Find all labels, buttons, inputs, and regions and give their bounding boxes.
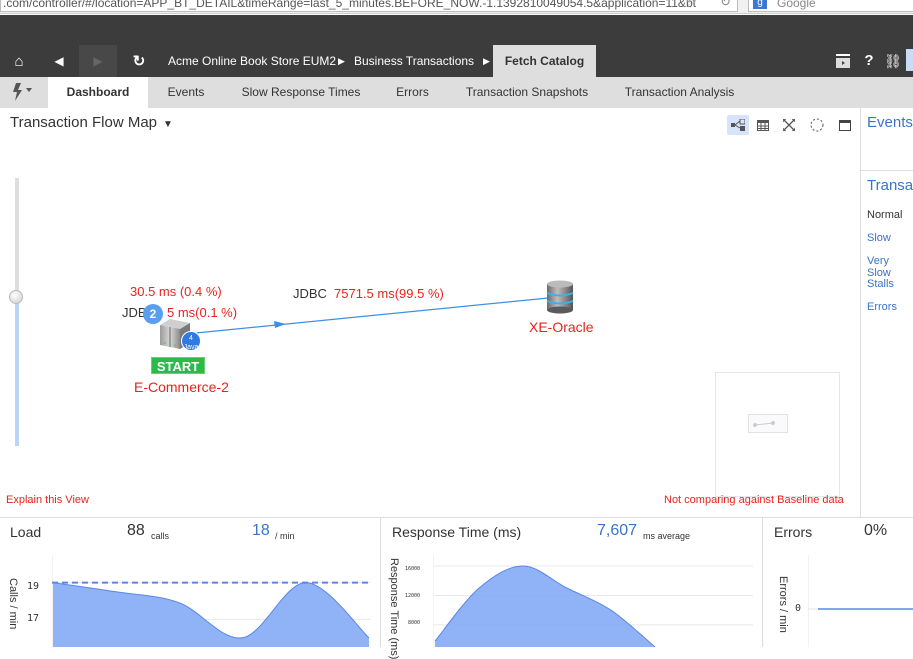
java-badge-label: Java	[183, 344, 199, 351]
response-y-tick: 16000	[405, 566, 421, 572]
load-calls-unit: calls	[151, 531, 170, 541]
sidebar-item-very-slow[interactable]: Very Slow	[867, 255, 913, 279]
node-instance-count-badge: 2	[143, 304, 163, 324]
edge-time-label[interactable]: 7571.5 ms(99.5 %)	[334, 286, 444, 301]
edge-protocol-label: JDBC	[293, 286, 327, 301]
load-rate-unit: / min	[275, 531, 295, 541]
sidebar-item-stalls[interactable]: Stalls	[867, 278, 894, 290]
load-calls-value: 88	[127, 522, 145, 539]
response-y-tick: 12000	[405, 593, 421, 599]
flow-edge-jdbc[interactable]	[195, 297, 549, 334]
load-title: Load	[10, 524, 42, 540]
transactions-heading: Transa	[867, 177, 913, 194]
response-chart[interactable]	[433, 555, 753, 647]
load-y-tick: 17	[27, 613, 40, 624]
errors-chart[interactable]	[808, 555, 913, 647]
panels-divider	[0, 517, 913, 518]
errors-title: Errors	[774, 524, 813, 540]
baseline-note: Not comparing against Baseline data	[664, 494, 844, 506]
edge-arrow-icon	[274, 321, 286, 328]
response-title: Response Time (ms)	[392, 524, 522, 540]
response-avg-value: 7,607	[597, 522, 638, 539]
start-badge: START	[151, 357, 205, 374]
overview-graph-icon	[753, 421, 775, 427]
target-node-name[interactable]: XE-Oracle	[529, 319, 594, 335]
database-node[interactable]	[546, 280, 574, 314]
sidebar-item-normal: Normal	[867, 209, 903, 221]
java-icon: 4 Java	[181, 331, 201, 351]
sidebar-item-slow[interactable]: Slow	[867, 232, 891, 244]
source-node-name[interactable]: E-Commerce-2	[134, 379, 229, 395]
overview-viewport[interactable]	[748, 414, 788, 433]
flow-map-overview[interactable]	[715, 372, 840, 497]
flow-map-edges	[195, 297, 549, 334]
sidebar-item-errors[interactable]: Errors	[867, 301, 897, 313]
explain-view-link[interactable]: Explain this View	[6, 494, 89, 506]
load-y-axis-label: Calls / min	[7, 578, 19, 630]
series-area	[53, 582, 369, 647]
response-y-tick: 8000	[408, 620, 421, 626]
java-badge-count: 4	[189, 335, 193, 342]
load-rate-value: 18	[252, 522, 270, 539]
response-y-axis-label: Response Time (ms)	[388, 558, 400, 659]
load-y-tick: 19	[27, 581, 40, 592]
errors-pct-value: 0%	[864, 522, 888, 539]
errors-y-tick: 0	[795, 603, 802, 614]
response-avg-unit: ms average	[643, 531, 691, 541]
panel-separator	[762, 517, 763, 647]
panel-separator	[380, 517, 381, 647]
series-area	[435, 566, 655, 647]
load-chart[interactable]	[52, 555, 370, 647]
database-icon	[546, 280, 574, 314]
sidebar-separator	[861, 170, 913, 171]
errors-y-axis-label: Errors / min	[777, 576, 789, 633]
events-heading[interactable]: Events	[867, 114, 913, 131]
node-time-label: 30.5 ms (0.4 %)	[130, 284, 222, 299]
